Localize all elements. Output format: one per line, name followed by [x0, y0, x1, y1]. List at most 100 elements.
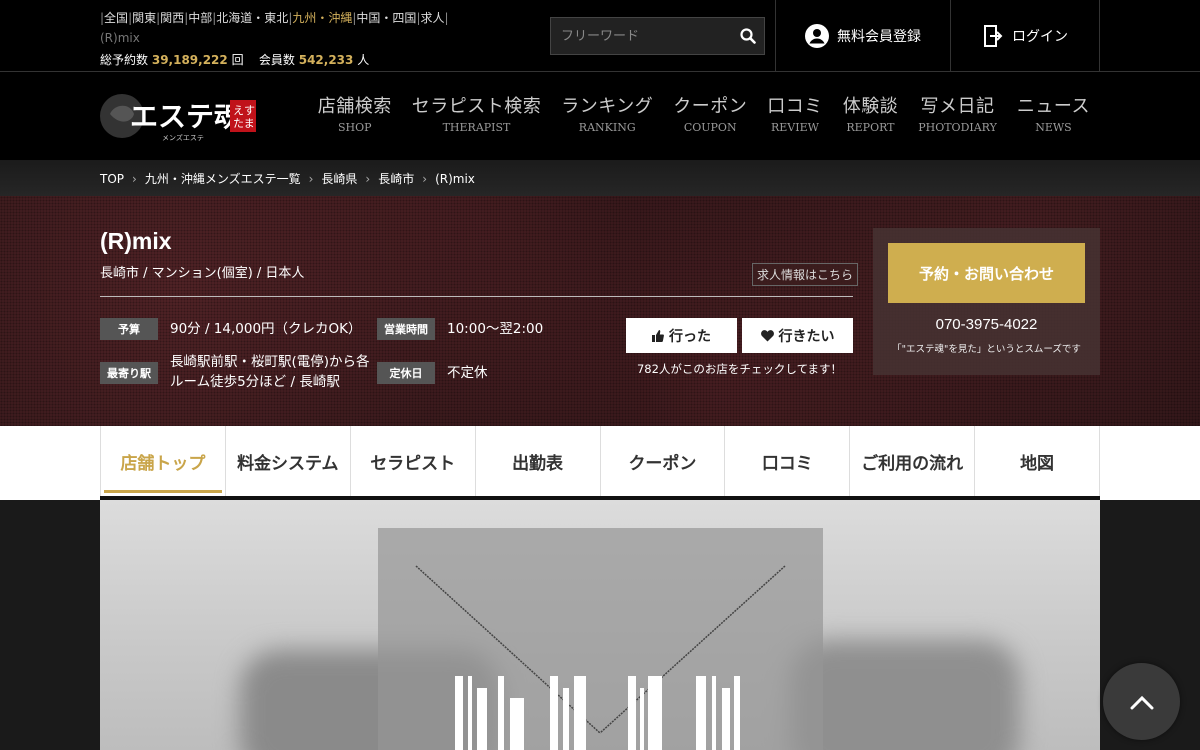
contact-button[interactable]: 予約・お問い合わせ [888, 243, 1085, 303]
tab-map[interactable]: 地図 [975, 426, 1100, 496]
nav-review[interactable]: 口コミ REVIEW [757, 92, 833, 134]
search-input[interactable] [551, 18, 731, 54]
tab-shop-top[interactable]: 店舗トップ [101, 426, 226, 496]
login-label: ログイン [1012, 29, 1068, 45]
breadcrumb-prefecture[interactable]: 長崎県 [321, 170, 357, 187]
region-link-kanto[interactable]: 関東 [132, 11, 156, 25]
tab-usage-flow[interactable]: ご利用の流れ [850, 426, 976, 496]
search-icon [739, 28, 756, 44]
breadcrumb-top[interactable]: TOP [100, 172, 124, 186]
station-line-1: 長崎駅前駅・桜町駅(電停)から各 [170, 354, 370, 370]
region-link-hokkaido-tohoku[interactable]: 北海道・東北 [216, 11, 288, 25]
divider [100, 296, 853, 297]
nav-report[interactable]: 体験談 REPORT [833, 92, 909, 134]
nav-label: 店舗検索 [317, 96, 392, 117]
tab-review[interactable]: 口コミ [725, 426, 851, 496]
main-nav: 店舗検索 SHOP セラピスト検索 THERAPIST ランキング RANKING ク… [308, 92, 1100, 134]
region-link-kansai[interactable]: 関西 [160, 11, 184, 25]
nav-label: ランキング [561, 96, 654, 117]
user-icon [805, 24, 829, 48]
recruit-link[interactable]: 求人情報はこちら [752, 263, 859, 286]
went-label: 行った [669, 328, 711, 345]
chevron-up-icon [1130, 695, 1153, 709]
contact-box: 予約・お問い合わせ 070-3975-4022 「"エステ魂"を見た」というとス… [873, 228, 1100, 375]
login-door-icon [984, 25, 1003, 47]
svg-text:メンズエステ: メンズエステ [162, 133, 204, 142]
member-register-button[interactable]: 無料会員登録 [775, 0, 950, 72]
station-value: 長崎駅前駅・桜町駅(電停)から各 ルーム徒歩5分ほど / 長崎駅 [170, 352, 370, 392]
tab-price-system[interactable]: 料金システム [226, 426, 351, 496]
nav-photodiary[interactable]: 写メ日記 PHOTODIARY [908, 92, 1007, 134]
region-links: |全国|関東|関西|中部|北海道・東北|九州・沖縄|中国・四国|求人| [100, 11, 449, 25]
want-button[interactable]: 行きたい [742, 318, 853, 353]
nav-sublabel: REVIEW [770, 121, 819, 134]
tab-therapist[interactable]: セラピスト [351, 426, 476, 496]
budget-value: 90分 / 14,000円（クレカOK） [170, 321, 362, 337]
tab-schedule[interactable]: 出勤表 [476, 426, 601, 496]
top-bar: |全国|関東|関西|中部|北海道・東北|九州・沖縄|中国・四国|求人| (R)m… [0, 0, 1200, 72]
main-content [0, 500, 1200, 750]
check-count-text: 782人がこのお店をチェックしてます！ [636, 362, 843, 376]
heart-icon [760, 329, 774, 341]
nav-sublabel: REPORT [846, 121, 895, 134]
region-link-chubu[interactable]: 中部 [188, 11, 212, 25]
breadcrumb-city[interactable]: 長崎市 [378, 170, 414, 187]
holiday-label: 定休日 [377, 362, 435, 384]
nav-sublabel: NEWS [1035, 121, 1072, 134]
region-link-kyushu-okinawa[interactable]: 九州・沖縄 [292, 11, 352, 25]
region-link-recruit[interactable]: 求人 [420, 11, 444, 25]
total-bookings-unit: 回 [231, 53, 244, 67]
total-bookings-label: 総予約数 [100, 53, 149, 67]
scroll-top-button[interactable] [1103, 663, 1180, 740]
tab-coupon[interactable]: クーポン [601, 426, 726, 496]
shop-subtitle: 長崎市 / マンション(個室) / 日本人 [100, 266, 305, 281]
shop-logo-graphic [415, 565, 786, 750]
search-button[interactable] [731, 18, 764, 54]
nav-ranking[interactable]: ランキング RANKING [551, 92, 663, 134]
shop-hero: (R)mix 長崎市 / マンション(個室) / 日本人 求人情報はこちら 予算… [0, 196, 1200, 426]
nav-label: 写メ日記 [920, 96, 995, 117]
nav-sublabel: THERAPIST [442, 121, 511, 134]
chevron-right-icon: › [132, 171, 137, 186]
logo-image: エステ魂 えす たま メンズエステ [100, 94, 256, 142]
holiday-value: 不定休 [447, 365, 488, 381]
chevron-right-icon: › [422, 171, 428, 186]
nav-coupon[interactable]: クーポン COUPON [663, 92, 757, 134]
budget-label: 予算 [100, 318, 158, 340]
nav-sublabel: RANKING [578, 121, 636, 134]
went-button[interactable]: 行った [626, 318, 737, 353]
login-button[interactable]: ログイン [950, 0, 1100, 72]
shop-tabs: 店舗トップ 料金システム セラピスト 出勤表 クーポン 口コミ ご利用の流れ 地… [100, 426, 1100, 496]
chevron-right-icon: › [308, 171, 314, 186]
breadcrumb: TOP › 九州・沖縄メンズエステ一覧 › 長崎県 › 長崎市 › (R)mix [100, 170, 475, 187]
total-bookings-value: 39,189,222 [151, 53, 228, 67]
member-register-label: 無料会員登録 [837, 29, 921, 45]
members-value: 542,233 [298, 53, 354, 67]
site-logo[interactable]: エステ魂 えす たま メンズエステ [100, 86, 260, 146]
search-box [550, 17, 765, 55]
nav-therapist[interactable]: セラピスト検索 THERAPIST [402, 92, 552, 134]
thumbs-up-icon [652, 329, 664, 342]
shop-tabs-bar: 店舗トップ 料金システム セラピスト 出勤表 クーポン 口コミ ご利用の流れ 地… [0, 426, 1200, 500]
nav-shop[interactable]: 店舗検索 SHOP [308, 92, 402, 134]
nav-sublabel: PHOTODIARY [918, 121, 997, 134]
chevron-right-icon: › [365, 171, 371, 186]
shop-name: (R)mix [100, 228, 172, 254]
nav-sublabel: SHOP [337, 121, 372, 134]
nav-label: セラピスト検索 [411, 96, 542, 117]
station-label: 最寄り駅 [100, 362, 158, 384]
nav-label: クーポン [673, 96, 748, 117]
want-label: 行きたい [778, 328, 835, 345]
members-unit: 人 [357, 53, 370, 67]
breadcrumb-region[interactable]: 九州・沖縄メンズエステ一覧 [145, 170, 301, 187]
current-shop-label: (R)mix [100, 31, 140, 45]
region-link-zenkoku[interactable]: 全国 [104, 11, 128, 25]
svg-text:エステ魂: エステ魂 [130, 100, 242, 133]
region-link-chugoku-shikoku[interactable]: 中国・四国 [356, 11, 416, 25]
phone-number[interactable]: 070-3975-4022 [873, 316, 1100, 333]
nav-label: 体験談 [842, 96, 899, 117]
nav-sublabel: COUPON [683, 121, 737, 134]
nav-label: ニュース [1016, 96, 1090, 117]
svg-text:たま: たま [233, 117, 255, 130]
nav-news[interactable]: ニュース NEWS [1007, 92, 1100, 134]
